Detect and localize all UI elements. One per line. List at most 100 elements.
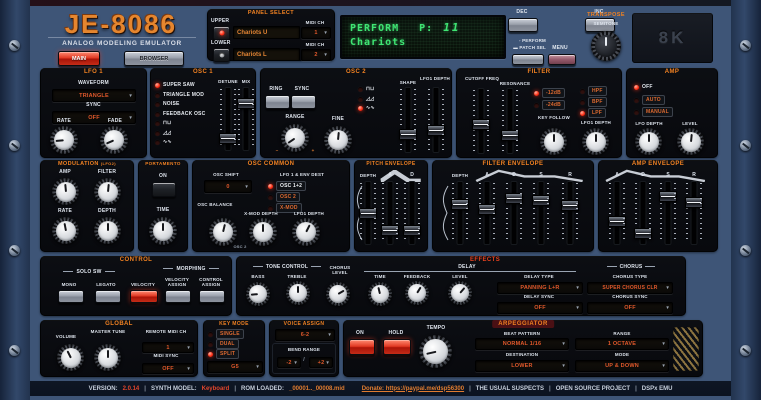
osc1-option-saw-wave[interactable]: ◿◿: [155, 130, 171, 136]
amp-release-slider[interactable]: [685, 182, 703, 244]
osc2-shape-slider[interactable]: [399, 88, 417, 152]
ring-button[interactable]: [265, 95, 290, 109]
dest-osc-1-2[interactable]: OSC 1+2: [268, 181, 307, 191]
donate-link[interactable]: Donate: https://paypal.me/dsp56300: [362, 386, 464, 392]
beat-pattern-select[interactable]: NORMAL 1/16 ▼: [475, 338, 569, 350]
filter-decay-slider[interactable]: [505, 182, 523, 244]
pitch-depth-slider[interactable]: [359, 182, 377, 244]
amp-decay-slider[interactable]: [634, 182, 652, 244]
filter-type-hpf[interactable]: HPF: [580, 86, 607, 96]
key-mode-split[interactable]: SPLIT: [208, 349, 240, 359]
x-mod-depth-knob[interactable]: [249, 218, 277, 246]
cutoff-slider[interactable]: [472, 89, 490, 153]
mod-amp-knob[interactable]: [52, 178, 79, 205]
osc1-option-triangle-mod[interactable]: TRIANGLE MOD: [155, 92, 204, 98]
chorus-type-select[interactable]: SUPER CHORUS CLR ▼: [587, 282, 673, 294]
mono-button[interactable]: [58, 290, 84, 303]
common-lfo1-depth-knob[interactable]: [292, 218, 320, 246]
midi-sync-select[interactable]: OFF ▼: [142, 363, 194, 374]
menu-button[interactable]: [548, 54, 576, 65]
browser-tab-button[interactable]: BROWSER: [124, 51, 184, 66]
upper-patch-field[interactable]: Chariots U: [233, 26, 300, 39]
arp-mode-select[interactable]: UP & DOWN ▼: [575, 360, 669, 372]
lower-select-button[interactable]: [213, 48, 230, 62]
lfo1-fade-knob[interactable]: [100, 126, 128, 154]
amp-sustain-slider[interactable]: [659, 182, 677, 244]
master-tune-knob[interactable]: [94, 344, 121, 371]
bend-down-select[interactable]: -2 ▼: [277, 357, 301, 368]
filter-depth-slider[interactable]: [451, 182, 469, 244]
osc1-option-feedback-osc[interactable]: FEEDBACK OSC: [155, 111, 205, 117]
amp-level-knob[interactable]: [677, 128, 704, 155]
filter-sustain-slider[interactable]: [532, 182, 550, 244]
dest-osc-2[interactable]: OSC 2: [268, 192, 301, 202]
delay-time-knob[interactable]: [368, 282, 392, 306]
chorus-level-knob[interactable]: [326, 282, 350, 306]
delay-sync-select[interactable]: OFF ▼: [497, 302, 583, 314]
feedback-knob[interactable]: [405, 281, 429, 305]
key-mode-single[interactable]: SINGLE: [208, 329, 244, 339]
key-follow-knob[interactable]: [540, 128, 567, 155]
lower-patch-field[interactable]: Chariots L: [233, 48, 300, 61]
treble-knob[interactable]: [286, 281, 310, 305]
filter-type-lpf[interactable]: LPF: [580, 108, 607, 118]
upper-select-button[interactable]: [213, 26, 230, 40]
amp-mode-auto[interactable]: AUTO: [634, 95, 665, 105]
delay-type-select[interactable]: PANNING L+R ▼: [497, 282, 583, 294]
arp-on-button[interactable]: [349, 339, 375, 355]
portamento-on-button[interactable]: [152, 182, 176, 197]
osc2-fine-knob[interactable]: [324, 126, 352, 154]
dec-button[interactable]: [508, 18, 538, 32]
control-assign-button[interactable]: [199, 290, 225, 303]
velocity-button[interactable]: [130, 290, 158, 303]
amp-lfo-depth-knob[interactable]: [635, 128, 662, 155]
tempo-knob[interactable]: [419, 335, 452, 368]
remote-midi-ch-select[interactable]: 1 ▼: [142, 342, 194, 353]
legato-button[interactable]: [95, 290, 121, 303]
main-tab-button[interactable]: MAIN: [58, 51, 100, 66]
filter-slope-12db[interactable]: -12dB: [534, 88, 565, 98]
osc1-option-pulse-wave[interactable]: ⊓⊔: [155, 121, 171, 126]
filter-lfo1-depth-knob[interactable]: [582, 128, 609, 155]
filter-release-slider[interactable]: [561, 182, 579, 244]
resonance-slider[interactable]: [501, 89, 519, 153]
osc1-option-noise[interactable]: NOISE: [155, 102, 180, 107]
mod-depth-knob[interactable]: [94, 217, 121, 244]
filter-slope-24db[interactable]: -24dB: [534, 100, 565, 110]
upper-midi-ch-select[interactable]: 1 ▼: [301, 27, 331, 39]
filter-attack-slider[interactable]: [478, 182, 496, 244]
osc2-wave-saw[interactable]: ◿◿: [358, 96, 374, 102]
osc-sync-button[interactable]: [291, 95, 316, 109]
osc1-option-super-saw[interactable]: SUPER SAW: [155, 83, 195, 88]
key-mode-dual[interactable]: DUAL: [208, 339, 239, 349]
split-point-select[interactable]: G5 ▼: [207, 361, 263, 373]
osc1-mix-slider[interactable]: [237, 88, 255, 150]
portamento-time-knob[interactable]: [149, 217, 177, 245]
mod-filter-knob[interactable]: [94, 178, 121, 205]
lower-midi-ch-select[interactable]: 2 ▼: [301, 49, 331, 61]
perform-patchsel-button[interactable]: [512, 54, 544, 65]
amp-mode-off[interactable]: OFF: [634, 85, 653, 90]
osc1-option-tri-wave[interactable]: ∿∿: [155, 140, 172, 145]
lfo1-rate-knob[interactable]: [50, 126, 78, 154]
osc2-wave-tri[interactable]: ∿∿: [358, 106, 375, 111]
arp-range-select[interactable]: 1 OCTAVE ▼: [575, 338, 669, 350]
osc-balance-knob[interactable]: [209, 218, 237, 246]
amp-mode-manual[interactable]: MANUAL: [634, 107, 673, 117]
osc2-lfo1-depth-slider[interactable]: [427, 88, 445, 152]
bass-knob[interactable]: [246, 282, 270, 306]
destination-select[interactable]: LOWER ▼: [475, 360, 569, 372]
osc2-range-knob[interactable]: [281, 124, 309, 152]
delay-level-knob[interactable]: [448, 281, 472, 305]
osc-shift-select[interactable]: 0 ▼: [204, 180, 252, 193]
semitone-knob[interactable]: [591, 31, 621, 61]
osc1-detune-slider[interactable]: [219, 88, 237, 150]
pitch-decay-slider[interactable]: [403, 182, 421, 244]
pitch-attack-slider[interactable]: [381, 182, 399, 244]
filter-type-bpf[interactable]: BPF: [580, 97, 607, 107]
bend-up-select[interactable]: +2 ▼: [309, 357, 333, 368]
volume-knob[interactable]: [57, 344, 84, 371]
amp-attack-slider[interactable]: [608, 182, 626, 244]
velocity-assign-button[interactable]: [165, 290, 191, 303]
voice-assign-select[interactable]: 6-2 ▼: [275, 329, 335, 341]
